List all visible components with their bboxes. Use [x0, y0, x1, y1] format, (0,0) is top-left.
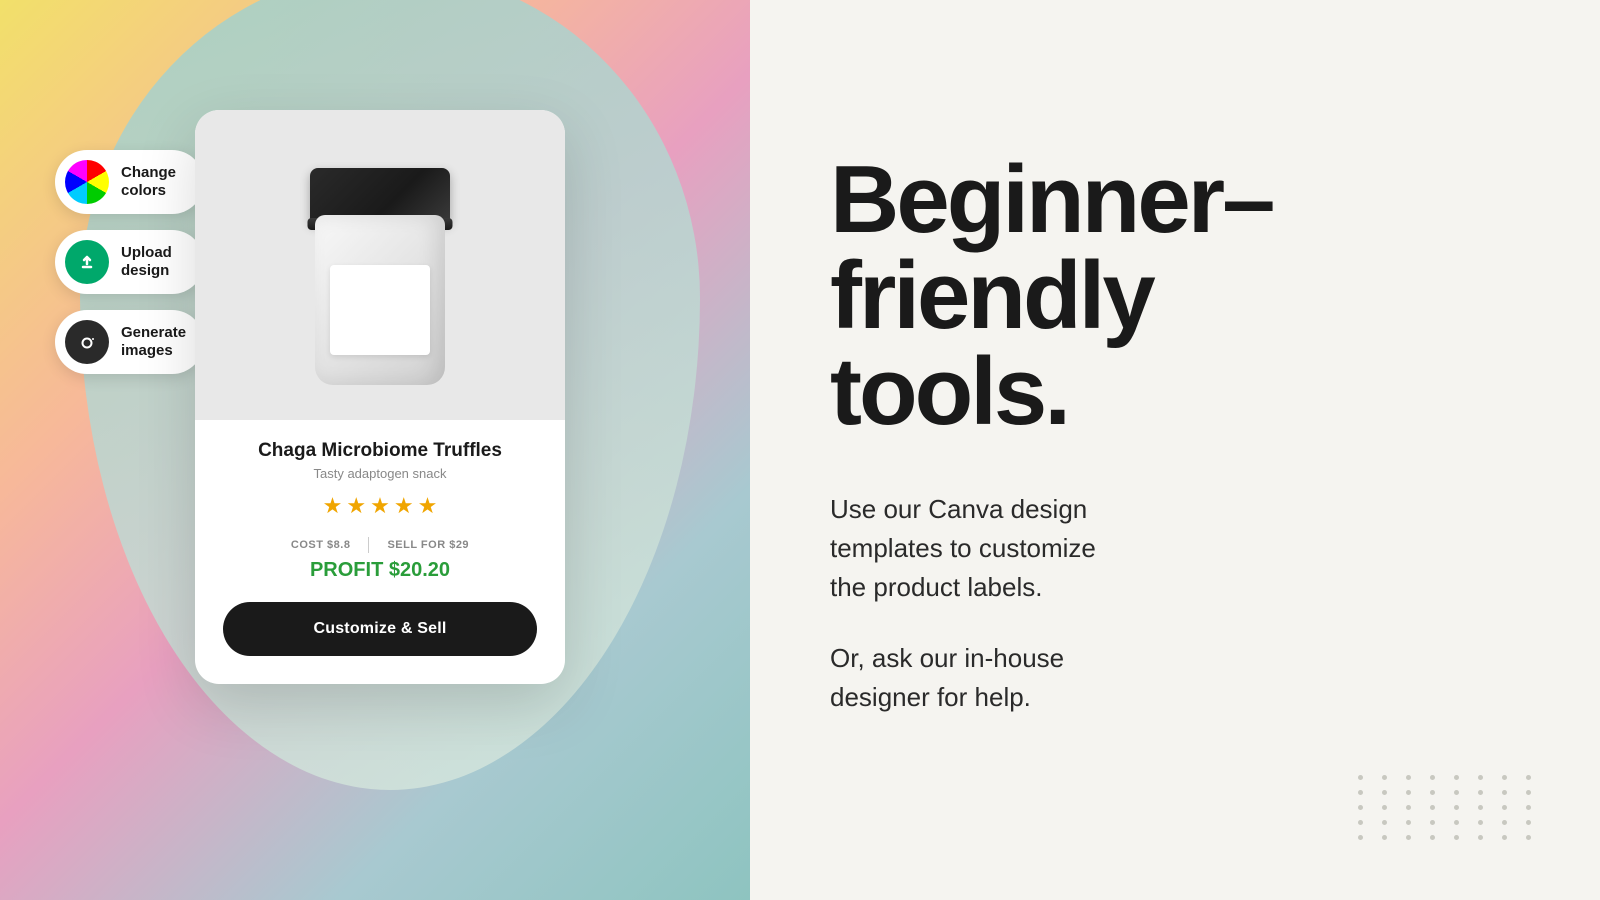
main-heading: Beginner– friendly tools.: [830, 152, 1520, 440]
dot: [1430, 805, 1435, 810]
dot: [1454, 775, 1459, 780]
dot: [1526, 820, 1531, 825]
customize-sell-button[interactable]: Customize & Sell: [223, 602, 537, 656]
upload-icon: [65, 240, 109, 284]
dot: [1406, 835, 1411, 840]
dot: [1478, 775, 1483, 780]
price-row: COST $8.8 SELL FOR $29: [223, 537, 537, 553]
dot: [1406, 775, 1411, 780]
jar-body: [315, 215, 445, 385]
dot: [1502, 775, 1507, 780]
upload-design-button[interactable]: Uploaddesign: [55, 230, 204, 294]
heading-line-2: friendly: [830, 242, 1153, 349]
dot: [1382, 775, 1387, 780]
description-2-block: Or, ask our in-housedesigner for help.: [830, 639, 1520, 717]
dot: [1382, 835, 1387, 840]
jar-label: [330, 265, 430, 355]
profit-label: PROFIT $20.20: [223, 559, 537, 582]
tool-buttons-container: Changecolors Uploaddesign: [55, 150, 204, 374]
dot: [1526, 775, 1531, 780]
dot: [1406, 820, 1411, 825]
heading-line-1: Beginner–: [830, 146, 1272, 253]
dot: [1502, 790, 1507, 795]
dot: [1382, 820, 1387, 825]
star-4: ★: [394, 493, 414, 519]
dot: [1358, 820, 1363, 825]
dot: [1526, 805, 1531, 810]
dot: [1406, 790, 1411, 795]
heading-line-3: tools.: [830, 338, 1068, 445]
product-subtitle: Tasty adaptogen snack: [223, 466, 537, 481]
dot: [1478, 835, 1483, 840]
star-3: ★: [370, 493, 390, 519]
dot: [1382, 790, 1387, 795]
dot: [1358, 805, 1363, 810]
change-colors-label: Changecolors: [121, 164, 176, 200]
dot-pattern: [1358, 775, 1540, 840]
description-1: Use our Canva designtemplates to customi…: [830, 490, 1520, 607]
star-2: ★: [346, 493, 366, 519]
cost-label: COST $8.8: [291, 539, 351, 551]
dot: [1478, 790, 1483, 795]
change-colors-button[interactable]: Changecolors: [55, 150, 204, 214]
card-body: Chaga Microbiome Truffles Tasty adaptoge…: [195, 420, 565, 684]
dot: [1430, 790, 1435, 795]
star-rating: ★ ★ ★ ★ ★: [223, 493, 537, 519]
dot: [1430, 820, 1435, 825]
dot: [1406, 805, 1411, 810]
jar-illustration: [300, 165, 460, 385]
dot: [1502, 805, 1507, 810]
dot: [1358, 835, 1363, 840]
dot: [1478, 820, 1483, 825]
upload-design-label: Uploaddesign: [121, 244, 172, 280]
product-name: Chaga Microbiome Truffles: [223, 440, 537, 462]
dot: [1454, 805, 1459, 810]
generate-images-button[interactable]: Generateimages: [55, 310, 204, 374]
product-card: Chaga Microbiome Truffles Tasty adaptoge…: [195, 110, 565, 684]
color-wheel-icon: [65, 160, 109, 204]
left-panel: Changecolors Uploaddesign: [0, 0, 750, 900]
dot: [1454, 835, 1459, 840]
description-2: Or, ask our in-housedesigner for help.: [830, 639, 1520, 717]
dot: [1358, 775, 1363, 780]
dot: [1454, 790, 1459, 795]
dot: [1454, 820, 1459, 825]
dot: [1526, 835, 1531, 840]
price-divider: [368, 537, 369, 553]
generate-images-label: Generateimages: [121, 324, 186, 360]
dot: [1502, 820, 1507, 825]
dot: [1478, 805, 1483, 810]
star-1: ★: [323, 493, 343, 519]
description-1-block: Use our Canva designtemplates to customi…: [830, 490, 1520, 607]
camera-icon: [65, 320, 109, 364]
dot: [1430, 835, 1435, 840]
sell-label: SELL FOR $29: [387, 539, 469, 551]
dot: [1526, 790, 1531, 795]
dot: [1430, 775, 1435, 780]
dot: [1358, 790, 1363, 795]
star-5: ★: [418, 493, 438, 519]
dot: [1382, 805, 1387, 810]
right-panel: Beginner– friendly tools. Use our Canva …: [750, 0, 1600, 900]
product-image: [195, 110, 565, 420]
dot: [1502, 835, 1507, 840]
